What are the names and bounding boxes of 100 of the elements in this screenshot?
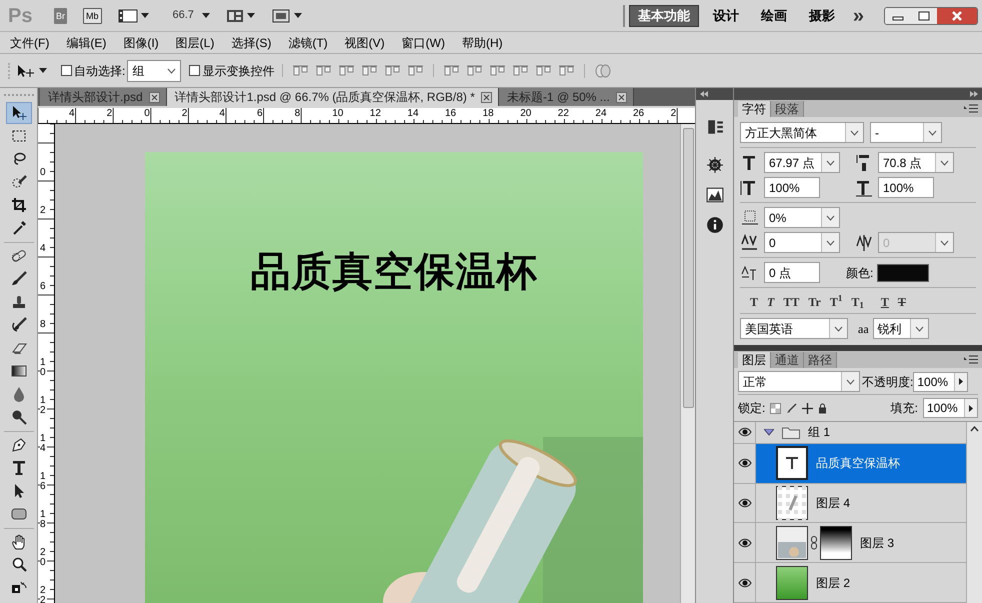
blend-mode-dropdown[interactable]: 正常	[738, 371, 860, 392]
eye-icon[interactable]	[738, 578, 752, 588]
vertical-scrollbar[interactable]	[680, 124, 695, 603]
menu-item[interactable]: 编辑(E)	[66, 34, 106, 52]
close-icon[interactable]	[148, 92, 160, 102]
language-dropdown[interactable]: 美国英语	[740, 318, 848, 339]
leading-field[interactable]: 70.8 点	[878, 152, 954, 173]
opacity-field[interactable]: 100%	[913, 372, 968, 392]
maximize-icon[interactable]	[911, 8, 937, 24]
text-style-button[interactable]: T	[898, 294, 906, 308]
panel-tab[interactable]: 路径	[804, 352, 837, 368]
history-icon[interactable]	[706, 118, 724, 136]
move-tool-tool[interactable]	[6, 102, 32, 124]
align-icon[interactable]	[385, 64, 400, 77]
align-icon[interactable]	[408, 64, 424, 77]
launch-button[interactable]: Br	[54, 8, 67, 24]
panel-menu-icon[interactable]	[964, 104, 978, 114]
text-style-button[interactable]: T	[750, 294, 758, 308]
menu-item[interactable]: 帮助(H)	[462, 34, 503, 52]
distribute-icon[interactable]	[467, 64, 482, 77]
close-icon[interactable]	[937, 8, 977, 24]
document-tab[interactable]: 未标题-1 @ 50% ...	[498, 88, 634, 106]
horizontal-scale-field[interactable]: 100%	[878, 177, 934, 198]
eye-icon[interactable]	[738, 498, 752, 508]
layer-row[interactable]: 图层 3	[756, 523, 966, 562]
layout-grid-icon[interactable]	[226, 8, 244, 24]
eye-icon[interactable]	[738, 458, 752, 468]
panel-tab[interactable]: 通道	[771, 352, 804, 368]
font-size-field[interactable]: 67.97 点	[764, 152, 840, 173]
layer-row[interactable]: 图层 4	[756, 484, 966, 522]
vertical-scale-field[interactable]: 100%	[764, 177, 820, 198]
menu-item[interactable]: 图层(L)	[176, 34, 214, 52]
align-icon[interactable]	[339, 64, 354, 77]
text-style-button[interactable]: T	[880, 294, 889, 308]
layer-row[interactable]: 组 1	[756, 422, 966, 443]
distribute-icon[interactable]	[536, 64, 552, 77]
brush-icon[interactable]	[786, 402, 798, 414]
dropdown[interactable]: 组	[127, 60, 182, 82]
menu-item[interactable]: 文件(F)	[10, 34, 50, 52]
close-icon[interactable]	[616, 92, 627, 102]
menu-item[interactable]: 窗口(W)	[402, 34, 445, 52]
double-arrow-left-icon[interactable]	[700, 91, 708, 97]
checkerboard-icon[interactable]	[770, 402, 782, 414]
workspace-button[interactable]: 基本功能	[628, 4, 699, 26]
fill-field[interactable]: 100%	[923, 398, 978, 418]
document-tab[interactable]: 详情头部设计.psd	[40, 88, 167, 106]
checkbox[interactable]	[61, 65, 72, 76]
close-icon[interactable]	[480, 92, 492, 102]
panel-tab[interactable]: 字符	[738, 101, 771, 117]
expand-triangle-icon[interactable]	[764, 428, 774, 436]
text-style-button[interactable]: Tr	[808, 294, 821, 308]
workspace-button[interactable]: 摄影	[800, 4, 843, 26]
menu-item[interactable]: 视图(V)	[344, 34, 385, 52]
film-icon[interactable]	[118, 8, 138, 24]
align-icon[interactable]	[316, 64, 332, 77]
panel-tab[interactable]: 段落	[771, 101, 804, 117]
double-arrow-right-icon[interactable]	[970, 91, 978, 97]
font-family-dropdown[interactable]: 方正大黑简体	[740, 122, 864, 143]
eye-icon[interactable]	[738, 427, 752, 438]
text-style-button[interactable]: T	[767, 294, 774, 308]
move-arrows-icon[interactable]	[802, 402, 814, 414]
layer-row[interactable]: 图层 2	[756, 563, 966, 602]
distribute-icon[interactable]	[559, 64, 574, 77]
text-style-button[interactable]: TT	[783, 294, 800, 308]
distribute-icon[interactable]	[490, 64, 506, 77]
checkbox[interactable]	[189, 65, 200, 76]
distribute-icon[interactable]	[513, 64, 528, 77]
eye-icon[interactable]	[738, 538, 752, 548]
histogram-icon[interactable]	[706, 186, 724, 204]
align-icon[interactable]	[362, 64, 378, 77]
workspace-button[interactable]: 设计	[704, 4, 747, 26]
scroll-thumb[interactable]	[682, 128, 694, 408]
vertical-scrollbar[interactable]	[966, 422, 982, 603]
menu-item[interactable]: 图像(I)	[123, 34, 159, 52]
workspace-button[interactable]: 绘画	[752, 4, 795, 26]
text-style-button[interactable]: T$^{1}$	[830, 294, 842, 308]
layer-row[interactable]: 品质真空保温杯	[756, 444, 966, 483]
panel-tab[interactable]: 图层	[738, 352, 771, 368]
auto-align-icon[interactable]	[595, 64, 612, 78]
antialias-dropdown[interactable]: 锐利	[872, 318, 929, 339]
gear-icon[interactable]	[706, 156, 724, 174]
panel-menu-icon[interactable]	[964, 355, 978, 365]
info-icon[interactable]	[706, 216, 724, 234]
minimize-icon[interactable]	[885, 8, 911, 24]
align-icon[interactable]	[293, 64, 308, 77]
font-style-dropdown[interactable]: -	[870, 122, 942, 143]
move-tool-icon[interactable]	[16, 62, 36, 78]
menu-item[interactable]: 滤镜(T)	[288, 34, 328, 52]
more-workspaces-button[interactable]: »	[848, 6, 868, 26]
zoom-level[interactable]: 66.7	[172, 7, 194, 24]
color-swatch[interactable]	[877, 264, 930, 282]
menu-item[interactable]: 选择(S)	[231, 34, 272, 52]
launch-button[interactable]: Mb	[83, 8, 102, 24]
tsume-field[interactable]: 0%	[764, 207, 840, 228]
text-style-button[interactable]: T$_{1}$	[851, 294, 864, 308]
screen-mode-icon[interactable]	[270, 8, 291, 24]
lock-icon[interactable]	[818, 402, 828, 414]
baseline-shift-field[interactable]: 0 点	[764, 262, 820, 283]
distribute-icon[interactable]	[444, 64, 460, 77]
kerning-field[interactable]: 0	[764, 232, 840, 253]
